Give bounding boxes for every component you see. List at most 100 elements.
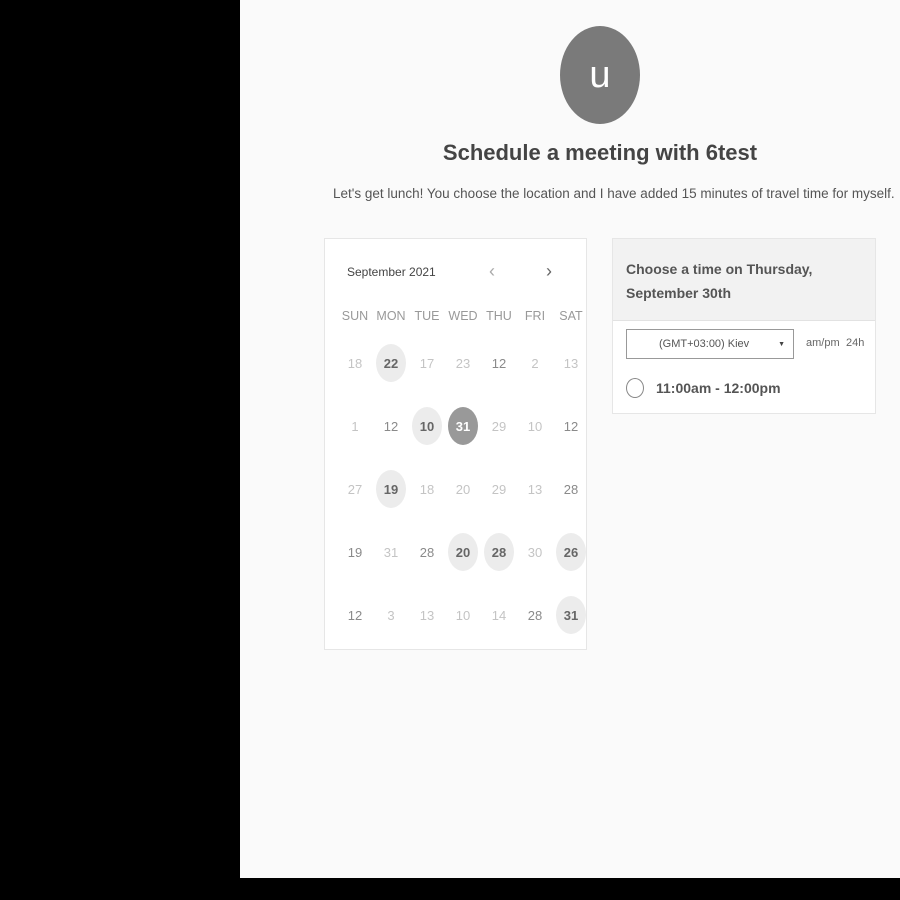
avatar-initial: u (589, 53, 611, 96)
calendar-day: 1 (337, 407, 373, 445)
calendar-day-number: 1 (351, 418, 359, 434)
calendar-day: 18 (337, 344, 373, 382)
calendar-day-number: 23 (455, 355, 471, 371)
calendar-day-selected[interactable]: 31 (445, 407, 481, 445)
meeting-description: Let's get lunch! You choose the location… (333, 186, 895, 201)
calendar-day-number: 12 (491, 355, 507, 371)
calendar-day: 3 (373, 596, 409, 634)
time-slot-label: 11:00am - 12:00pm (656, 380, 781, 396)
calendar-day-number: 30 (527, 544, 543, 560)
calendar-day-number: 22 (376, 344, 406, 382)
calendar-day-available[interactable]: 31 (553, 596, 589, 634)
time-slot[interactable]: 11:00am - 12:00pm (626, 378, 781, 398)
calendar-day: 12 (373, 407, 409, 445)
page-title: Schedule a meeting with 6test (442, 140, 758, 165)
calendar-day-number: 28 (563, 481, 579, 497)
calendar-day-number: 13 (419, 607, 435, 623)
calendar-day-number: 28 (419, 544, 435, 560)
calendar-day: 20 (445, 470, 481, 508)
calendar-day: 31 (373, 533, 409, 571)
calendar-week: 1 12 10 31 29 10 12 (337, 407, 589, 445)
format-24h-toggle[interactable]: 24h (846, 337, 864, 349)
calendar-day-available[interactable]: 20 (445, 533, 481, 571)
timezone-select[interactable]: (GMT+03:00) Kiev ▼ (626, 329, 794, 359)
calendar-day: 28 (409, 533, 445, 571)
calendar-day-number: 19 (376, 470, 406, 508)
calendar-day-number: 20 (448, 533, 478, 571)
weekday-label: MON (376, 309, 406, 323)
calendar-day: 2 (517, 344, 553, 382)
weekday-label: FRI (524, 309, 546, 323)
calendar-day: 13 (517, 470, 553, 508)
calendar-day-number: 31 (383, 544, 399, 560)
calendar-day-number: 17 (419, 355, 435, 371)
calendar-day: 13 (409, 596, 445, 634)
calendar-day: 18 (409, 470, 445, 508)
calendar-day-number: 26 (556, 533, 586, 571)
weekday-label: SUN (341, 309, 369, 323)
calendar-day-number: 20 (455, 481, 471, 497)
calendar-day-number: 2 (531, 355, 539, 371)
calendar-day: 10 (445, 596, 481, 634)
calendar-day-available[interactable]: 19 (373, 470, 409, 508)
calendar-day: 29 (481, 407, 517, 445)
calendar-day-number: 13 (527, 481, 543, 497)
calendar-day: 28 (553, 470, 589, 508)
calendar-day: 30 (517, 533, 553, 571)
weekday-label: TUE (414, 309, 440, 323)
calendar-week: 18 22 17 23 12 2 13 (337, 344, 589, 382)
weekday-header: SUN MON TUE WED THU FRI SAT (337, 309, 589, 323)
calendar-day-number: 12 (347, 607, 363, 623)
calendar-week: 19 31 28 20 28 30 26 (337, 533, 589, 571)
calendar: September 2021 ‹ › SUN MON TUE WED THU FRI SAT… (324, 238, 587, 650)
calendar-day: 17 (409, 344, 445, 382)
calendar-day-number: 12 (383, 418, 399, 434)
calendar-day-number: 31 (556, 596, 586, 634)
dropdown-arrow-icon: ▼ (778, 340, 785, 348)
calendar-day-number: 3 (387, 607, 395, 623)
calendar-day: 29 (481, 470, 517, 508)
calendar-day-number: 13 (563, 355, 579, 371)
calendar-day-number: 29 (491, 481, 507, 497)
calendar-day-available[interactable]: 28 (481, 533, 517, 571)
calendar-day-number: 31 (448, 407, 478, 445)
calendar-day: 12 (553, 407, 589, 445)
calendar-day-number: 18 (347, 355, 363, 371)
calendar-day-number: 12 (563, 418, 579, 434)
time-slot-radio[interactable] (626, 378, 644, 398)
calendar-day-number: 18 (419, 481, 435, 497)
calendar-day: 27 (337, 470, 373, 508)
calendar-day-number: 28 (484, 533, 514, 571)
weekday-label: THU (486, 309, 512, 323)
calendar-day-available[interactable]: 22 (373, 344, 409, 382)
calendar-week: 27 19 18 20 29 13 28 (337, 470, 589, 508)
calendar-day-number: 27 (347, 481, 363, 497)
weekday-label: WED (448, 309, 478, 323)
calendar-week: 12 3 13 10 14 28 31 (337, 596, 589, 634)
calendar-day-number: 10 (455, 607, 471, 623)
calendar-day-number: 10 (412, 407, 442, 445)
calendar-month-label: September 2021 (347, 265, 436, 279)
time-picker-heading: Choose a time on Thursday, September 30t… (613, 239, 875, 321)
calendar-day: 13 (553, 344, 589, 382)
prev-month-icon[interactable]: ‹ (489, 261, 495, 282)
calendar-day: 14 (481, 596, 517, 634)
format-ampm-toggle[interactable]: am/pm (806, 337, 840, 349)
calendar-day: 19 (337, 533, 373, 571)
host-avatar: u (560, 26, 640, 124)
calendar-day: 12 (337, 596, 373, 634)
calendar-day-number: 19 (347, 544, 363, 560)
timezone-value: (GMT+03:00) Kiev (659, 338, 750, 350)
calendar-day-number: 10 (527, 418, 543, 434)
calendar-day-number: 14 (491, 607, 507, 623)
next-month-icon[interactable]: › (546, 261, 552, 282)
calendar-day: 10 (517, 407, 553, 445)
time-picker: Choose a time on Thursday, September 30t… (612, 238, 876, 414)
weekday-label: SAT (559, 309, 583, 323)
calendar-day: 12 (481, 344, 517, 382)
calendar-day: 28 (517, 596, 553, 634)
calendar-day-available[interactable]: 10 (409, 407, 445, 445)
calendar-day-number: 29 (491, 418, 507, 434)
calendar-day: 23 (445, 344, 481, 382)
calendar-day-available[interactable]: 26 (553, 533, 589, 571)
